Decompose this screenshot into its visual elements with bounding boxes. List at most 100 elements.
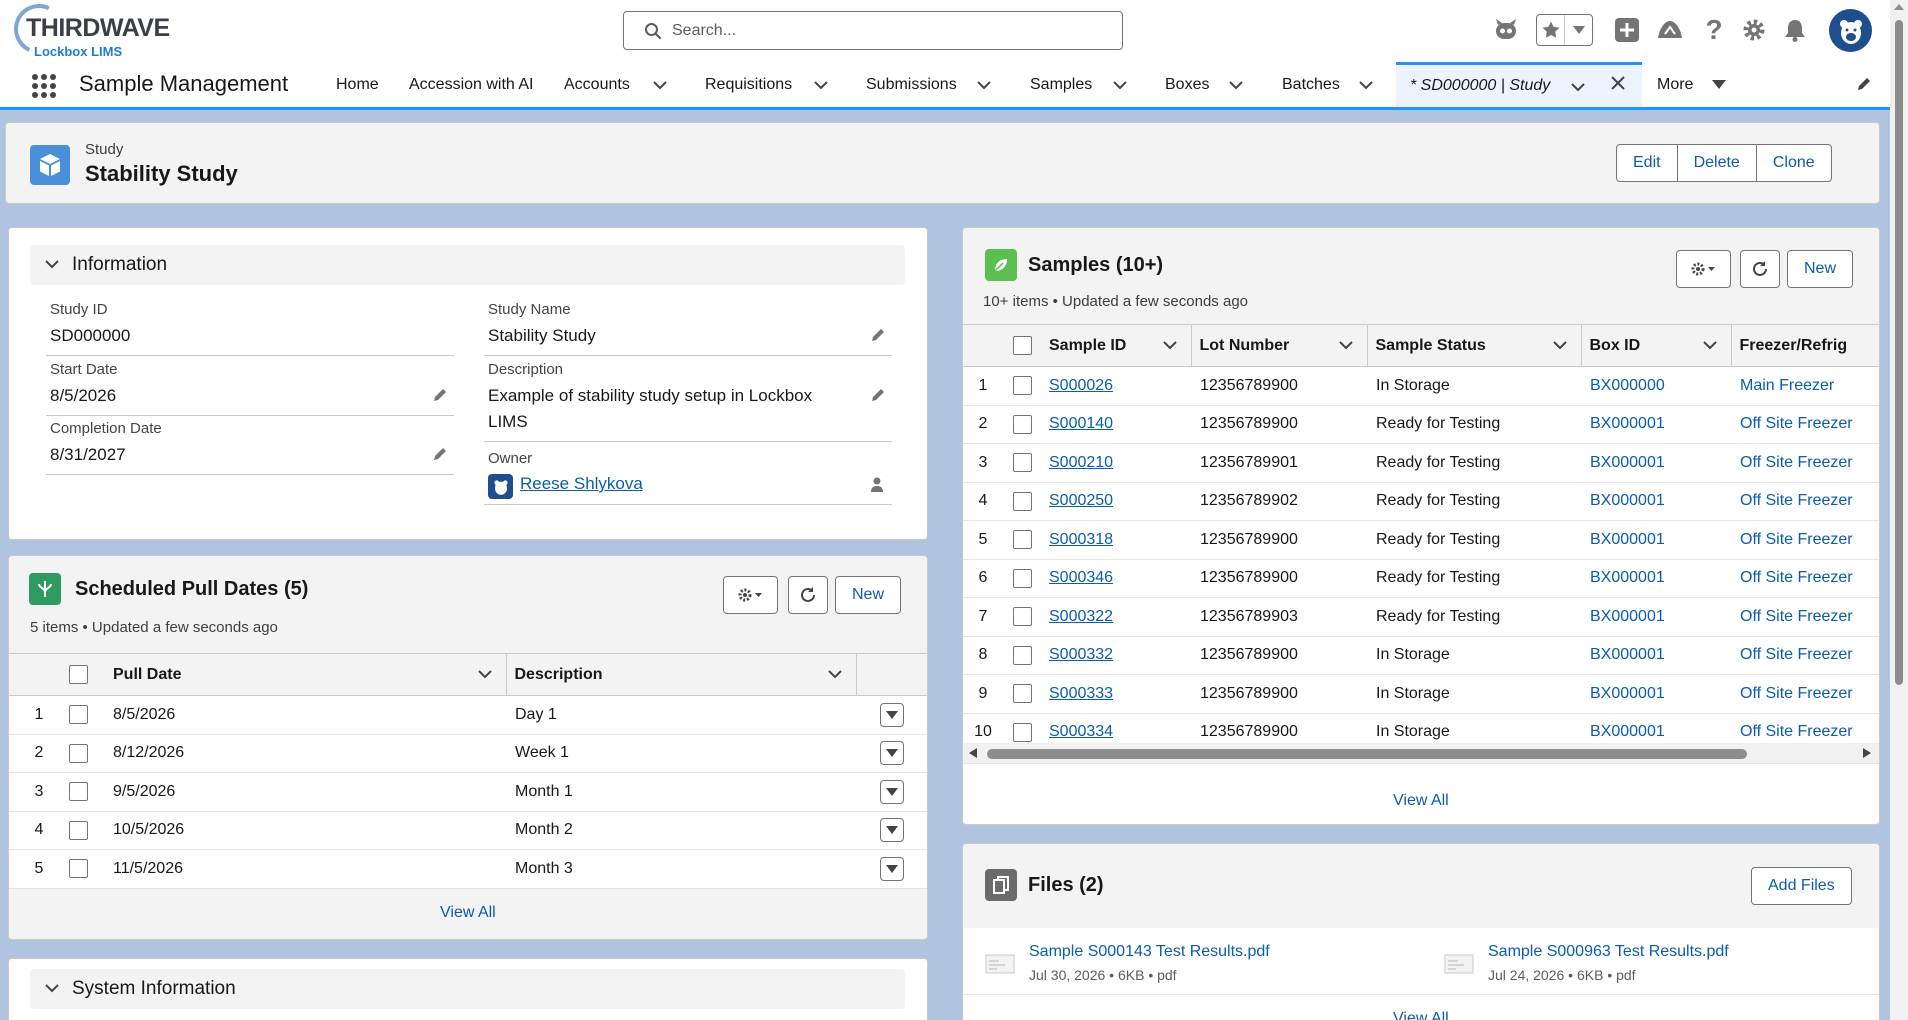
nav-item-accounts[interactable]: Accounts (564, 62, 630, 107)
box-id-link[interactable]: BX000001 (1590, 454, 1665, 471)
system-information-section-header[interactable]: System Information (30, 969, 905, 1009)
user-avatar[interactable] (1829, 9, 1872, 52)
select-all-samples-checkbox[interactable] (1012, 336, 1032, 355)
row-actions-chevron-down-icon[interactable] (879, 856, 904, 881)
chevron-down-icon[interactable] (1552, 341, 1567, 350)
samples-settings-gear-icon[interactable] (1676, 250, 1731, 288)
sample-id-link[interactable]: S000318 (1049, 531, 1113, 548)
row-actions-chevron-down-icon[interactable] (879, 741, 904, 766)
row-checkbox[interactable] (69, 743, 88, 763)
row-checkbox[interactable] (1012, 568, 1032, 588)
clone-button[interactable]: Clone (1755, 144, 1832, 182)
app-launcher-icon[interactable] (30, 72, 58, 100)
global-search-input[interactable]: Search... (623, 11, 1123, 50)
pull-dates-title[interactable]: Scheduled Pull Dates (5) (75, 578, 308, 601)
help-icon[interactable]: ? (1696, 12, 1732, 48)
sample-status-column-header[interactable]: Sample Status (1366, 324, 1581, 367)
setup-gear-icon[interactable] (1736, 12, 1772, 48)
sample-id-link[interactable]: S000210 (1049, 454, 1113, 471)
box-id-column-header[interactable]: Box ID (1580, 324, 1731, 367)
nav-more[interactable]: More (1657, 62, 1693, 107)
box-id-link[interactable]: BX000001 (1590, 608, 1665, 625)
freezer-link[interactable]: Off Site Freezer (1740, 608, 1853, 625)
lot-number-column-header[interactable]: Lot Number (1190, 324, 1367, 367)
boxes-chevron-down-icon[interactable] (1228, 62, 1244, 107)
row-checkbox[interactable] (1012, 453, 1032, 473)
favorites-chevron-down-icon[interactable] (1565, 15, 1592, 45)
refresh-icon[interactable] (788, 576, 828, 614)
add-files-button[interactable]: Add Files (1751, 867, 1852, 905)
freezer-link[interactable]: Off Site Freezer (1740, 723, 1853, 740)
sample-id-link[interactable]: S000332 (1049, 646, 1113, 663)
row-actions-chevron-down-icon[interactable] (879, 779, 904, 804)
nav-item-samples[interactable]: Samples (1030, 62, 1092, 107)
information-section-header[interactable]: Information (30, 245, 905, 285)
scroll-right-icon[interactable] (1863, 748, 1871, 758)
sample-id-link[interactable]: S000333 (1049, 685, 1113, 702)
row-checkbox[interactable] (69, 859, 88, 879)
freezer-link[interactable]: Off Site Freezer (1740, 569, 1853, 586)
edit-completion-date-pencil-icon[interactable] (432, 446, 448, 462)
edit-description-pencil-icon[interactable] (870, 387, 886, 403)
box-id-link[interactable]: BX000001 (1590, 723, 1665, 740)
pull-dates-view-all-link[interactable]: View All (440, 904, 496, 922)
row-checkbox[interactable] (1012, 722, 1032, 742)
change-owner-icon[interactable] (868, 476, 886, 494)
chevron-down-icon[interactable] (1702, 341, 1717, 350)
file-item[interactable]: Sample S000143 Test Results.pdf Jul 30, … (985, 943, 1405, 987)
row-checkbox[interactable] (1012, 684, 1032, 704)
row-actions-chevron-down-icon[interactable] (879, 702, 904, 727)
list-settings-gear-icon[interactable] (723, 576, 778, 614)
sample-id-link[interactable]: S000334 (1049, 723, 1113, 740)
owner-link[interactable]: Reese Shlykova (520, 474, 643, 494)
edit-study-name-pencil-icon[interactable] (870, 327, 886, 343)
box-id-link[interactable]: BX000000 (1590, 377, 1665, 394)
nav-item-submissions[interactable]: Submissions (866, 62, 957, 107)
scroll-up-icon[interactable] (1894, 4, 1904, 10)
submissions-chevron-down-icon[interactable] (976, 62, 992, 107)
requisitions-chevron-down-icon[interactable] (813, 62, 829, 107)
page-scrollbar[interactable] (1890, 0, 1908, 1020)
edit-nav-pencil-icon[interactable] (1856, 76, 1872, 97)
new-pull-date-button[interactable]: New (835, 576, 902, 614)
close-tab-icon[interactable] (1610, 75, 1626, 96)
box-id-link[interactable]: BX000001 (1590, 415, 1665, 432)
row-checkbox[interactable] (69, 820, 88, 840)
global-create-icon[interactable] (1609, 12, 1645, 48)
samples-horizontal-scrollbar[interactable] (963, 743, 1879, 763)
scrollbar-thumb[interactable] (1895, 20, 1903, 685)
samples-title[interactable]: Samples (10+) (1028, 254, 1163, 277)
favorites-group[interactable] (1536, 14, 1593, 46)
chevron-down-icon[interactable] (1338, 341, 1353, 350)
sample-id-link[interactable]: S000346 (1049, 569, 1113, 586)
tab-study-record[interactable]: * SD000000 | Study (1396, 62, 1642, 107)
delete-button[interactable]: Delete (1676, 144, 1757, 182)
freezer-link[interactable]: Off Site Freezer (1740, 454, 1853, 471)
row-checkbox[interactable] (1012, 607, 1032, 627)
chevron-down-icon[interactable] (1162, 341, 1177, 350)
star-icon[interactable] (1537, 15, 1565, 45)
trailhead-icon[interactable] (1652, 12, 1688, 48)
nav-item-batches[interactable]: Batches (1282, 62, 1340, 107)
box-id-link[interactable]: BX000001 (1590, 569, 1665, 586)
row-checkbox[interactable] (1012, 530, 1032, 550)
nav-item-home[interactable]: Home (336, 62, 379, 107)
edit-button[interactable]: Edit (1616, 144, 1678, 182)
select-all-checkbox[interactable] (69, 665, 88, 684)
new-sample-button[interactable]: New (1787, 250, 1854, 288)
nav-item-boxes[interactable]: Boxes (1165, 62, 1209, 107)
row-checkbox[interactable] (1012, 376, 1032, 396)
freezer-link[interactable]: Off Site Freezer (1740, 415, 1853, 432)
edit-start-date-pencil-icon[interactable] (432, 387, 448, 403)
box-id-link[interactable]: BX000001 (1590, 531, 1665, 548)
files-view-all-link[interactable]: View All (1393, 1010, 1449, 1020)
box-id-link[interactable]: BX000001 (1590, 492, 1665, 509)
scroll-left-icon[interactable] (969, 748, 977, 758)
sample-id-column-header[interactable]: Sample ID (1041, 324, 1191, 367)
freezer-column-header[interactable]: Freezer/Refrig (1730, 324, 1879, 367)
samples-refresh-icon[interactable] (1740, 250, 1780, 288)
horizontal-scrollbar-thumb[interactable] (987, 749, 1747, 759)
file-name-link[interactable]: Sample S000143 Test Results.pdf (1029, 943, 1270, 961)
samples-chevron-down-icon[interactable] (1112, 62, 1128, 107)
thirdwave-logo[interactable]: THIRDWAVE Lockbox LIMS (6, 0, 170, 62)
